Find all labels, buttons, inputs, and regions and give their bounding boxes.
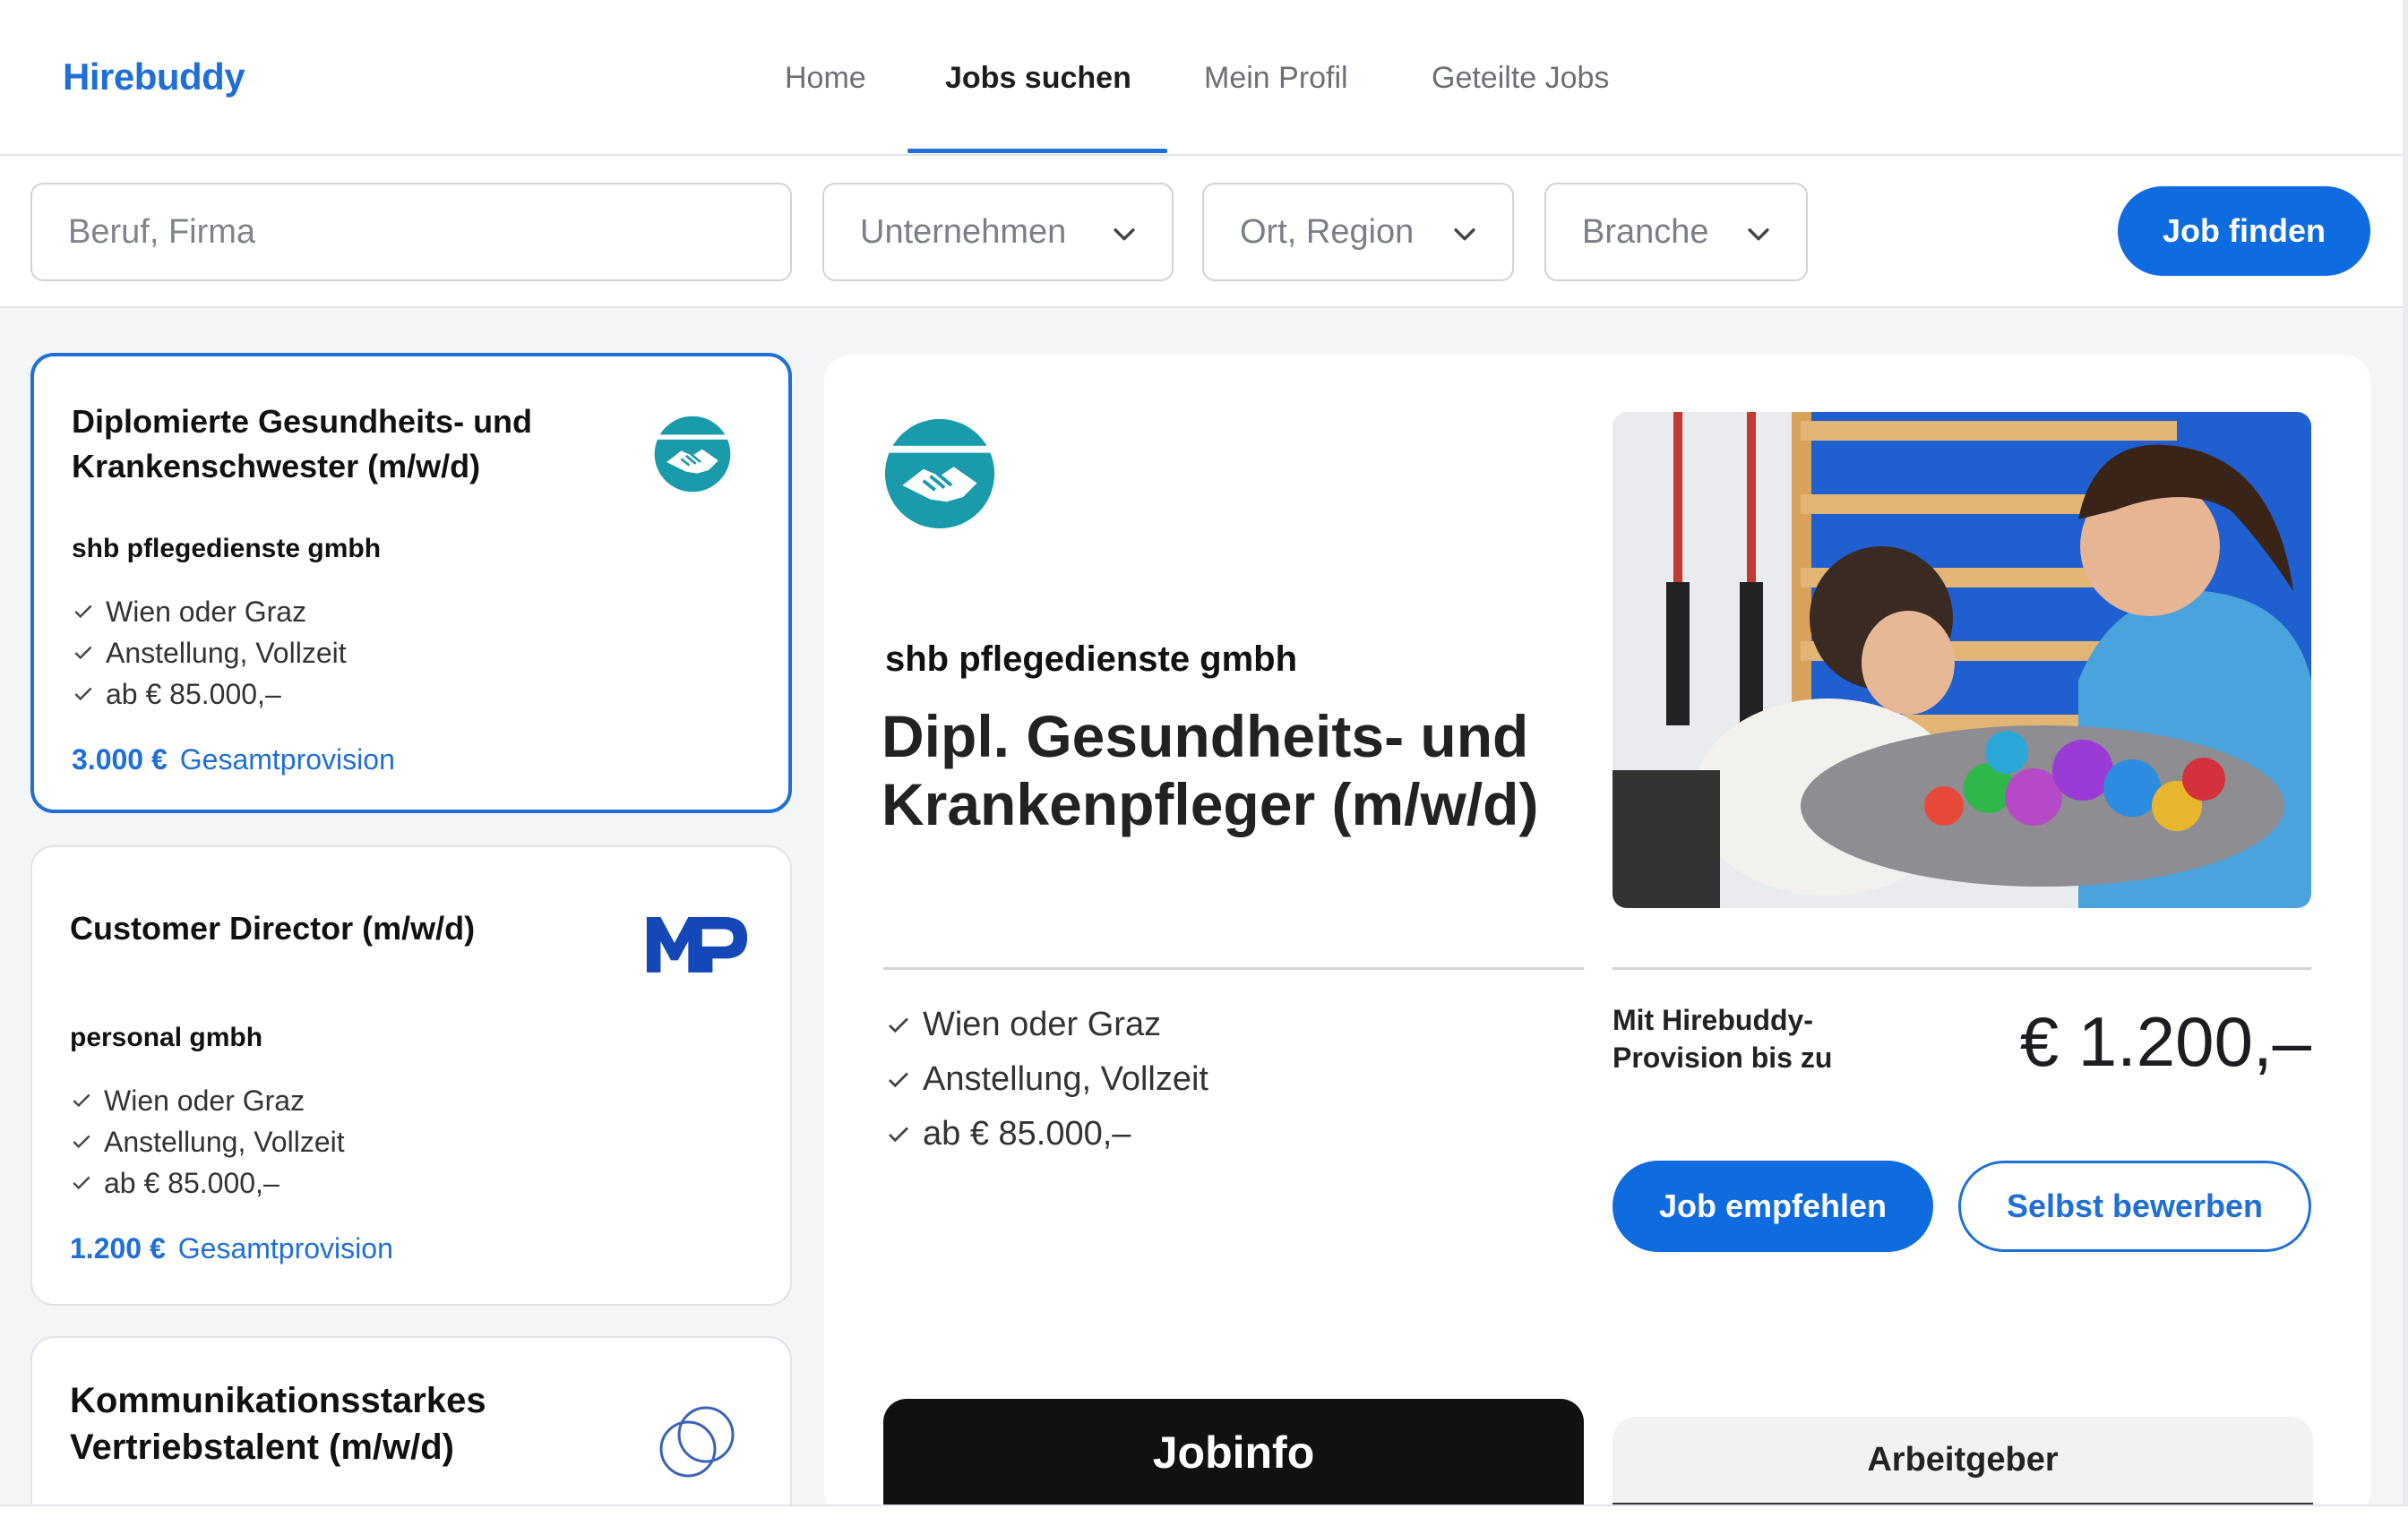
job-card-commission: 1.200 € Gesamtprovision: [70, 1232, 393, 1265]
commission-amount: € 1.200,–: [2019, 1002, 2311, 1081]
job-card-commission: 3.000 € Gesamtprovision: [72, 743, 395, 776]
list-item: ab € 85.000,–: [72, 673, 347, 715]
job-card-features: Wien oder Graz Anstellung, Vollzeit ab €…: [72, 591, 347, 715]
nav-jobs-suchen[interactable]: Jobs suchen: [945, 61, 1131, 96]
list-item: Wien oder Graz: [72, 591, 347, 632]
company-select[interactable]: Unternehmen: [822, 183, 1174, 281]
nav-geteilte-jobs[interactable]: Geteilte Jobs: [1432, 61, 1609, 96]
search-input[interactable]: [68, 212, 790, 252]
search-query-field[interactable]: [30, 183, 792, 281]
check-icon: [74, 604, 92, 619]
job-card[interactable]: Diplomierte Gesundheits- und Krankenschw…: [30, 353, 792, 813]
list-item: Anstellung, Vollzeit: [70, 1121, 345, 1162]
job-finden-button[interactable]: Job finden: [2118, 186, 2370, 276]
feature-text: Anstellung, Vollzeit: [923, 1060, 1208, 1098]
check-icon: [889, 1127, 908, 1142]
detail-features: Wien oder Graz Anstellung, Vollzeit ab €…: [885, 998, 1208, 1162]
feature-text: Wien oder Graz: [104, 1084, 305, 1117]
commission-label: Gesamtprovision: [177, 1232, 393, 1265]
brand-logo[interactable]: Hirebuddy: [63, 56, 245, 99]
check-icon: [73, 1176, 90, 1190]
feature-text: Anstellung, Vollzeit: [106, 636, 347, 669]
window-edge: [0, 1505, 2408, 1526]
detail-title: Dipl. Gesundheits- und Krankenpfleger (m…: [882, 703, 1539, 837]
list-item: Wien oder Graz: [70, 1080, 345, 1121]
list-item: ab € 85.000,–: [885, 1107, 1208, 1162]
search-bar: Unternehmen Ort, Region Branche Job find…: [0, 156, 2408, 308]
job-card[interactable]: Customer Director (m/w/d) personal gmbh …: [30, 845, 792, 1306]
top-navigation: Hirebuddy Home Jobs suchen Mein Profil G…: [0, 0, 2408, 156]
feature-text: Wien oder Graz: [923, 1006, 1162, 1043]
handshake-logo-icon: [653, 416, 732, 493]
list-item: Anstellung, Vollzeit: [72, 632, 347, 673]
tab-jobinfo[interactable]: Jobinfo: [883, 1399, 1584, 1506]
job-card-title: Diplomierte Gesundheits- und Krankenschw…: [72, 403, 533, 484]
commission-amount: 1.200 €: [70, 1232, 166, 1265]
window-edge: [2403, 0, 2408, 1526]
check-icon: [73, 1135, 90, 1149]
feature-text: ab € 85.000,–: [106, 677, 281, 710]
check-icon: [889, 1072, 908, 1087]
active-tab-indicator: [907, 149, 1167, 153]
industry-select[interactable]: Branche: [1544, 183, 1808, 281]
commission-amount: 3.000 €: [72, 743, 168, 776]
chevron-down-icon: [1454, 228, 1475, 241]
job-card-title: Customer Director (m/w/d): [70, 910, 476, 947]
divider: [1612, 967, 2311, 970]
detail-company: shb pflegedienste gmbh: [885, 639, 1298, 679]
job-detail-panel: shb pflegedienste gmbh Dipl. Gesundheits…: [824, 355, 2370, 1519]
check-icon: [889, 1017, 908, 1033]
selbst-bewerben-button[interactable]: Selbst bewerben: [1958, 1161, 2311, 1252]
job-card-features: Wien oder Graz Anstellung, Vollzeit ab €…: [70, 1080, 345, 1204]
location-select[interactable]: Ort, Region: [1202, 183, 1514, 281]
chevron-down-icon: [1748, 228, 1769, 241]
nav-mein-profil[interactable]: Mein Profil: [1204, 61, 1348, 96]
list-item: ab € 85.000,–: [70, 1162, 345, 1204]
rings-logo-icon: [659, 1406, 735, 1478]
feature-text: Anstellung, Vollzeit: [104, 1125, 345, 1158]
handshake-logo-icon: [883, 418, 996, 529]
commission-label: Gesamtprovision: [179, 743, 395, 776]
check-icon: [74, 687, 92, 701]
job-card-company: shb pflegedienste gmbh: [72, 534, 382, 563]
list-item: Anstellung, Vollzeit: [885, 1052, 1208, 1107]
check-icon: [73, 1093, 90, 1108]
feature-text: Wien oder Graz: [106, 595, 307, 628]
job-photo: [1612, 412, 2311, 908]
therapy-photo-icon: [1612, 412, 2311, 908]
feature-text: ab € 85.000,–: [104, 1166, 280, 1199]
commission-label: Mit Hirebuddy-Provision bis zu: [1612, 1004, 1833, 1074]
job-card[interactable]: Kommunikationsstarkes Vertriebstalent (m…: [30, 1336, 792, 1526]
check-icon: [74, 646, 92, 660]
list-item: Wien oder Graz: [885, 998, 1208, 1052]
mp-logo-icon: [646, 917, 748, 973]
job-card-company: personal gmbh: [70, 1023, 263, 1052]
job-card-title: Kommunikationsstarkes Vertriebstalent (m…: [70, 1381, 486, 1467]
feature-text: ab € 85.000,–: [923, 1115, 1131, 1153]
company-select-label: Unternehmen: [860, 212, 1067, 251]
tab-arbeitgeber[interactable]: Arbeitgeber: [1612, 1417, 2313, 1506]
divider: [883, 967, 1584, 970]
job-empfehlen-button[interactable]: Job empfehlen: [1612, 1161, 1933, 1252]
location-select-label: Ort, Region: [1240, 212, 1415, 251]
industry-select-label: Branche: [1582, 212, 1709, 251]
chevron-down-icon: [1114, 228, 1135, 241]
nav-home[interactable]: Home: [785, 61, 866, 96]
